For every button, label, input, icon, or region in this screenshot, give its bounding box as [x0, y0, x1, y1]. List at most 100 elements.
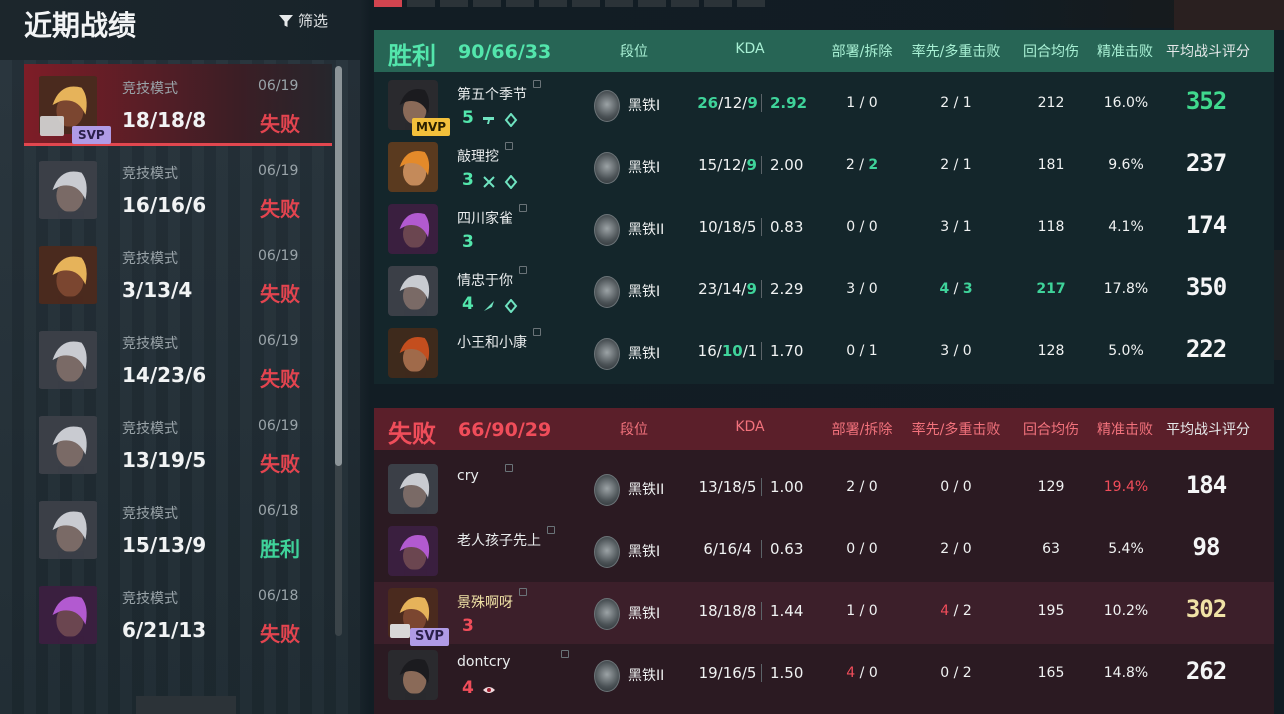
match-result: 失败 [260, 197, 300, 221]
agent-portrait [388, 204, 438, 254]
round-tab[interactable] [407, 0, 435, 7]
player-row[interactable]: SVP 景殊啊呀 3 黑铁I 18/18/8 1.44 1 / 0 4 / 2 … [374, 582, 1274, 646]
player-row[interactable]: cry 黑铁II 13/18/5 1.00 2 / 0 0 / 0 129 19… [374, 458, 1274, 520]
agent-portrait [39, 246, 97, 304]
team-score: 90/66/33 [458, 41, 552, 63]
match-list-scrollbar[interactable] [335, 66, 342, 636]
header-plant: 部署/拆除 [831, 44, 893, 60]
round-tab[interactable] [605, 0, 633, 7]
round-tab[interactable] [572, 0, 600, 7]
player-first-multi: 3 / 1 [940, 219, 972, 235]
copy-icon[interactable] [533, 80, 541, 88]
player-rating: 222 [1185, 335, 1227, 363]
player-level: 3 [462, 232, 474, 252]
rank-icon [594, 276, 620, 308]
copy-icon[interactable] [505, 464, 513, 472]
player-name[interactable]: 四川家雀 [457, 204, 527, 228]
player-name[interactable]: dontcry [457, 650, 569, 670]
filter-button[interactable]: 筛选 [278, 10, 328, 31]
header-plant: 部署/拆除 [831, 422, 893, 438]
player-row[interactable]: MVP 第五个季节 5 黑铁I 26/12/9 2.92 1 / 0 2 / 1… [374, 74, 1274, 136]
match-kda: 15/13/9 [122, 533, 207, 557]
player-name[interactable]: cry [457, 464, 513, 484]
player-row[interactable]: dontcry 4 黑铁II 19/16/5 1.50 4 / 0 0 / 2 … [374, 644, 1274, 706]
copy-icon[interactable] [519, 588, 527, 596]
player-name[interactable]: 敲理挖 [457, 142, 513, 166]
player-kd-ratio: 2.29 [770, 280, 804, 298]
player-row[interactable]: 小王和小康 黑铁I 16/10/1 1.70 0 / 1 3 / 0 128 5… [374, 322, 1274, 384]
copy-icon[interactable] [547, 526, 555, 534]
player-first-multi: 2 / 1 [940, 157, 972, 173]
round-tab[interactable] [671, 0, 699, 7]
match-row[interactable]: 竞技模式 06/18 15/13/9 胜利 [24, 489, 332, 571]
player-name[interactable]: 老人孩子先上 [457, 526, 555, 550]
player-name[interactable]: 小王和小康 [457, 328, 541, 352]
match-result: 失败 [260, 282, 300, 306]
svp-badge: SVP [72, 126, 111, 144]
match-row[interactable]: 竞技模式 06/19 3/13/4 失败 [24, 234, 332, 316]
player-adr: 212 [1037, 95, 1065, 111]
player-rating: 174 [1185, 211, 1227, 239]
round-tab[interactable] [539, 0, 567, 7]
filter-label: 筛选 [298, 12, 329, 30]
player-avatar [388, 204, 438, 254]
match-row[interactable]: SVP 竞技模式 06/19 18/18/8 失败 [24, 64, 332, 146]
match-result: 失败 [260, 622, 300, 646]
rank-icon [594, 214, 620, 246]
match-row[interactable]: 竞技模式 06/19 13/19/5 失败 [24, 404, 332, 486]
copy-icon[interactable] [519, 204, 527, 212]
player-row[interactable]: 情忠于你 4 黑铁I 23/14/9 2.29 3 / 0 4 / 3 217 … [374, 260, 1274, 322]
match-mode: 竞技模式 [122, 251, 178, 267]
player-rank: 黑铁I [628, 346, 661, 362]
round-tab[interactable] [473, 0, 501, 7]
player-kda: 19/16/5 [694, 664, 762, 682]
round-tab[interactable] [737, 0, 765, 7]
match-mode: 竞技模式 [122, 421, 178, 437]
page-title: 近期战绩 [24, 9, 137, 42]
scrollbar-thumb[interactable] [335, 66, 342, 466]
round-tab[interactable] [440, 0, 468, 7]
player-plant-defuse: 1 / 0 [846, 95, 878, 111]
player-name[interactable]: 第五个季节 [457, 80, 541, 104]
match-row[interactable]: 竞技模式 06/18 6/21/13 失败 [24, 574, 332, 656]
player-plant-defuse: 0 / 0 [846, 219, 878, 235]
player-adr: 217 [1036, 281, 1066, 297]
agent-avatar [38, 161, 98, 219]
match-mode: 竞技模式 [122, 591, 178, 607]
player-kda: 13/18/5 [694, 478, 762, 496]
copy-icon[interactable] [533, 328, 541, 336]
round-tab[interactable] [638, 0, 666, 7]
player-kda: 10/18/5 [694, 218, 762, 236]
player-kd-ratio: 1.44 [770, 602, 804, 620]
header-first-blood: 率先/多重击败 [911, 422, 1001, 438]
player-row[interactable]: 敲理挖 3 黑铁I 15/12/9 2.00 2 / 2 2 / 1 181 9… [374, 136, 1274, 198]
player-rating: 350 [1185, 273, 1227, 301]
player-name[interactable]: 情忠于你 [457, 266, 527, 290]
match-mode: 竞技模式 [122, 336, 178, 352]
player-row[interactable]: 老人孩子先上 黑铁I 6/16/4 0.63 0 / 0 2 / 0 63 5.… [374, 520, 1274, 582]
agent-portrait [388, 328, 438, 378]
round-tab[interactable] [374, 0, 402, 7]
match-row[interactable]: 竞技模式 06/19 16/16/6 失败 [24, 149, 332, 231]
side-art [1274, 250, 1284, 360]
match-history-list[interactable]: SVP 竞技模式 06/19 18/18/8 失败 竞技模式 06/19 16/… [24, 64, 332, 674]
list-footer [136, 696, 236, 714]
player-kda: 6/16/4 [694, 540, 762, 558]
copy-icon[interactable] [505, 142, 513, 150]
team-win-panel: 胜利 90/66/33 段位 KDA 部署/拆除 率先/多重击败 回合均伤 精准击败 平均战斗… [374, 30, 1274, 384]
match-kda: 3/13/4 [122, 278, 193, 302]
player-first-multi: 3 / 0 [940, 343, 972, 359]
copy-icon[interactable] [519, 266, 527, 274]
player-first-multi: 2 / 0 [940, 541, 972, 557]
player-avatar [388, 526, 438, 576]
player-row[interactable]: 四川家雀 3 黑铁II 10/18/5 0.83 0 / 0 3 / 1 118… [374, 198, 1274, 260]
match-row[interactable]: 竞技模式 06/19 14/23/6 失败 [24, 319, 332, 401]
player-name[interactable]: 景殊啊呀 [457, 588, 527, 612]
copy-icon[interactable] [561, 650, 569, 658]
player-avatar [388, 464, 438, 514]
round-tab[interactable] [506, 0, 534, 7]
agent-portrait [39, 331, 97, 389]
round-tab[interactable] [704, 0, 732, 7]
player-rank: 黑铁II [628, 482, 665, 498]
header-adr: 回合均伤 [1023, 44, 1079, 60]
